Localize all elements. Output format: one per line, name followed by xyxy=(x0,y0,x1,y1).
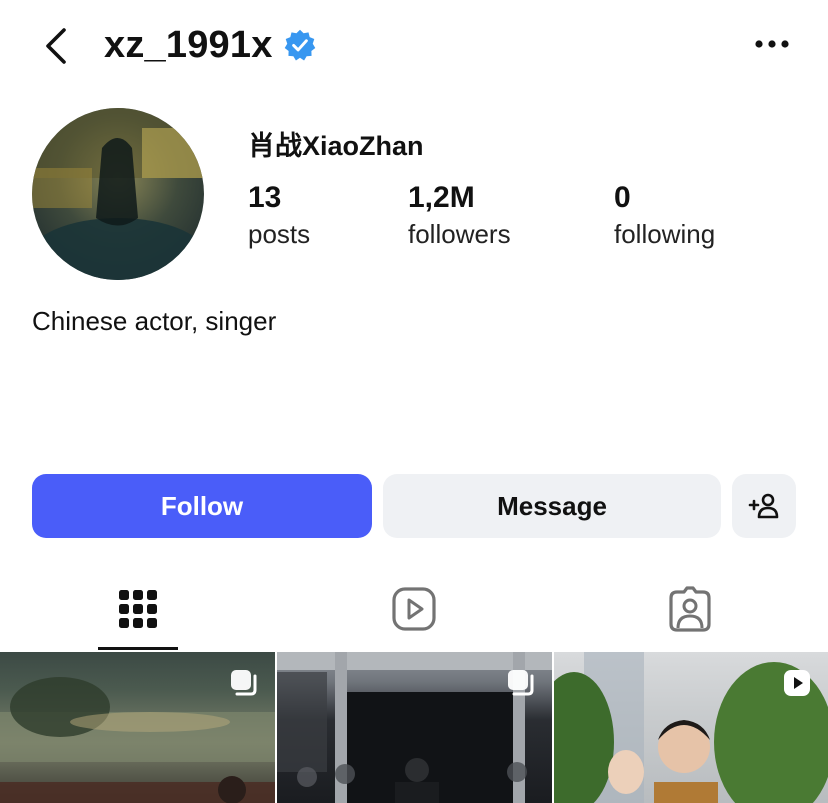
post-thumbnail[interactable] xyxy=(554,652,828,803)
followers-count: 1,2M xyxy=(408,181,475,214)
tab-reels[interactable] xyxy=(374,568,454,650)
reels-icon xyxy=(392,587,436,631)
video-indicator-icon xyxy=(784,670,810,696)
carousel-icon xyxy=(508,670,534,696)
profile-header: xz_1991x xyxy=(0,0,828,92)
profile-tabs xyxy=(0,568,828,650)
suggested-users-button[interactable] xyxy=(732,474,796,538)
carousel-icon xyxy=(231,670,257,696)
tab-grid[interactable] xyxy=(98,568,178,650)
posts-label: posts xyxy=(248,219,311,249)
stat-followers[interactable]: 1,2M followers xyxy=(408,180,511,252)
more-horizontal-icon xyxy=(755,40,789,48)
verified-badge-icon xyxy=(284,29,315,61)
tab-tagged[interactable] xyxy=(650,568,730,650)
post-thumbnail[interactable] xyxy=(0,652,275,803)
stat-following[interactable]: 0 following xyxy=(614,180,715,252)
username: xz_1991x xyxy=(104,23,273,66)
followers-label: followers xyxy=(408,219,511,249)
following-count: 0 xyxy=(614,181,631,214)
follow-button[interactable]: Follow xyxy=(32,474,372,538)
more-options-button[interactable] xyxy=(748,26,796,62)
post-thumbnail[interactable] xyxy=(277,652,552,803)
grid-icon xyxy=(119,590,157,628)
display-name: 肖战XiaoZhan xyxy=(248,131,424,161)
tagged-icon xyxy=(669,586,711,632)
stat-posts[interactable]: 13 posts xyxy=(248,180,310,252)
post-grid xyxy=(0,652,828,803)
username-container: xz_1991x xyxy=(104,22,317,68)
avatar-image xyxy=(32,108,204,280)
add-user-icon xyxy=(748,493,779,519)
back-button[interactable] xyxy=(36,24,76,68)
posts-count: 13 xyxy=(248,181,282,214)
chevron-left-icon xyxy=(46,28,66,64)
avatar[interactable] xyxy=(32,108,204,280)
message-button[interactable]: Message xyxy=(383,474,721,538)
following-label: following xyxy=(614,219,716,249)
bio: Chinese actor, singer xyxy=(32,306,277,336)
